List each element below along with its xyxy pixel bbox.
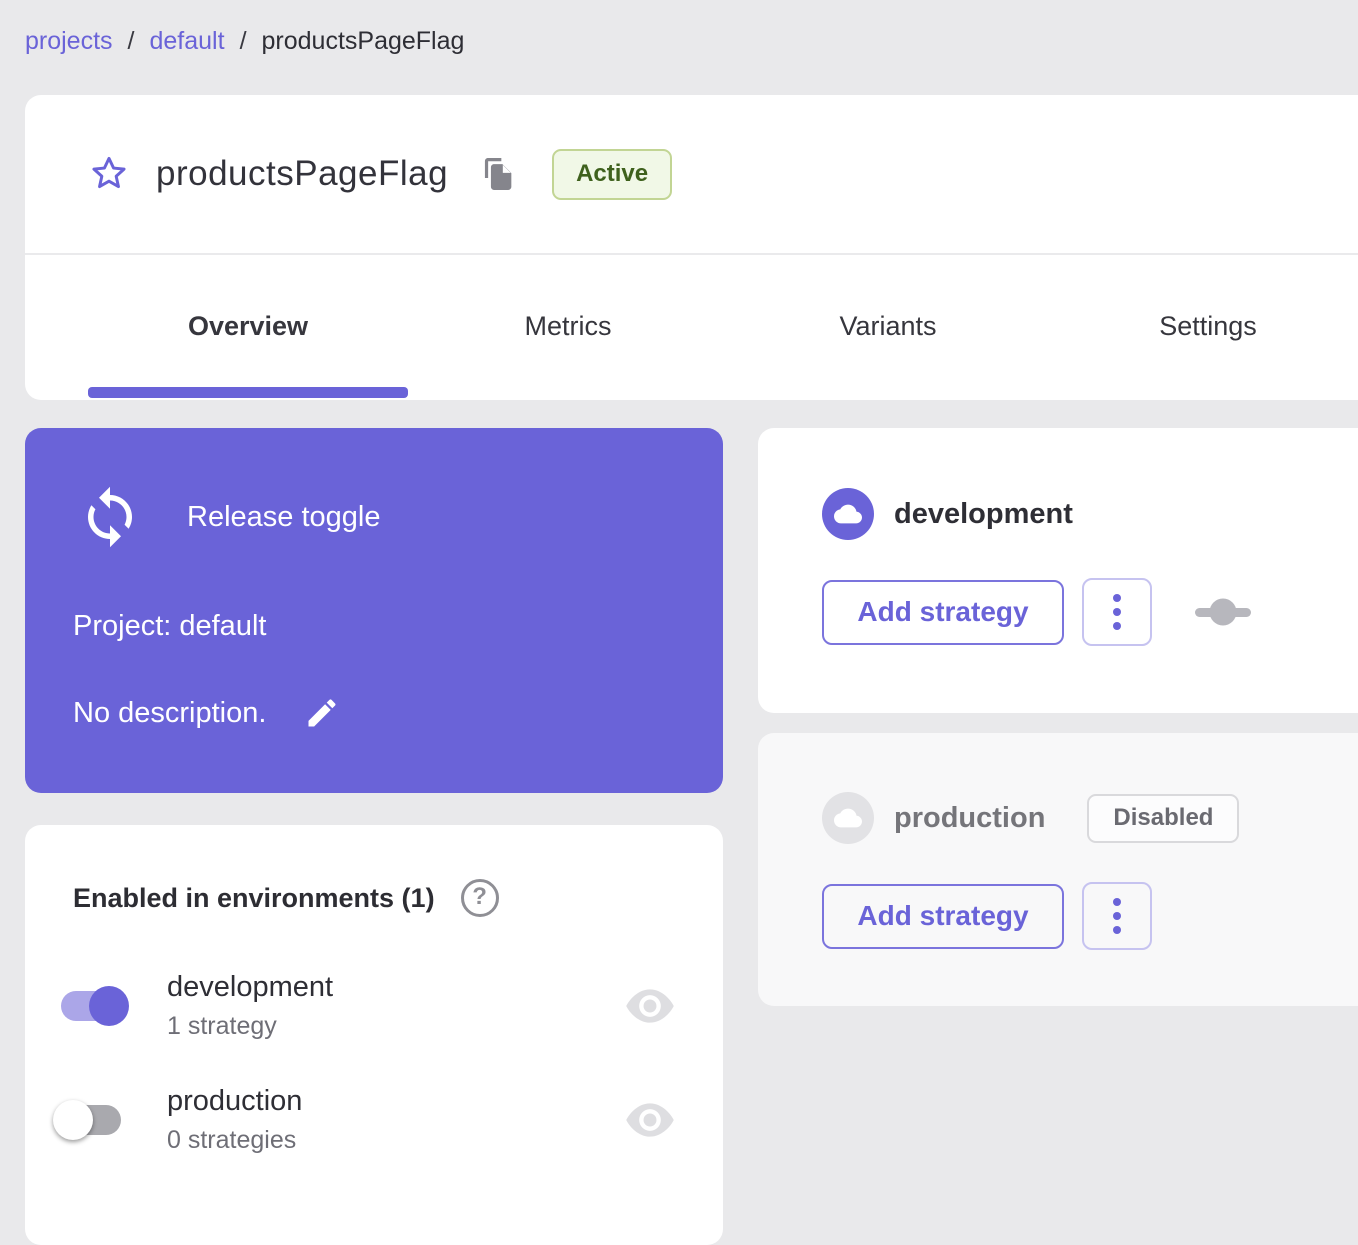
page-title: productsPageFlag: [156, 154, 448, 194]
environment-panel-name: production: [894, 802, 1045, 835]
release-toggle-sync-icon: [77, 484, 143, 550]
flag-header-card: productsPageFlag Active Overview Metrics…: [25, 95, 1358, 400]
breadcrumb-link-projects[interactable]: projects: [25, 27, 113, 56]
breadcrumb-separator: /: [128, 27, 135, 56]
kebab-dot: [1113, 912, 1121, 920]
help-icon[interactable]: ?: [461, 879, 499, 917]
project-label: Project: default: [73, 610, 675, 643]
kebab-dot: [1113, 622, 1121, 630]
development-panel-header: development: [822, 428, 1358, 540]
cloud-icon: [822, 792, 874, 844]
tab-bar: Overview Metrics Variants Settings: [25, 255, 1358, 398]
kebab-dot: [1113, 898, 1121, 906]
kebab-menu-button[interactable]: [1082, 578, 1152, 646]
tab-settings[interactable]: Settings: [1048, 255, 1358, 398]
enabled-environments-title: Enabled in environments (1): [73, 883, 435, 914]
edit-description-button[interactable]: [304, 695, 340, 731]
breadcrumb: projects / default / productsPageFlag: [25, 27, 464, 56]
environment-strategy-count: 1 strategy: [167, 1012, 333, 1041]
toggle-thumb: [53, 1100, 93, 1140]
development-environment-panel: development Add strategy: [758, 428, 1358, 713]
tab-variants[interactable]: Variants: [728, 255, 1048, 398]
toggle-type-card: Release toggle Project: default No descr…: [25, 428, 723, 793]
visibility-eye-icon[interactable]: [625, 1103, 675, 1137]
toggle-type-header: Release toggle: [77, 428, 675, 550]
breadcrumb-separator: /: [240, 27, 247, 56]
enabled-environments-header: Enabled in environments (1) ?: [73, 825, 675, 917]
pencil-icon: [304, 695, 340, 731]
kebab-dot: [1113, 608, 1121, 616]
active-tab-indicator: [88, 387, 408, 398]
environment-row-development: development 1 strategy: [57, 971, 675, 1041]
rollout-slider-icon: [1194, 597, 1252, 627]
production-panel-header: production Disabled: [822, 733, 1358, 844]
description-row: No description.: [73, 695, 675, 731]
breadcrumb-current-flag: productsPageFlag: [262, 27, 465, 56]
environment-panel-name: development: [894, 498, 1073, 531]
production-environment-panel: production Disabled Add strategy: [758, 733, 1358, 1006]
production-panel-actions: Add strategy: [822, 882, 1358, 950]
environment-strategy-count: 0 strategies: [167, 1126, 302, 1155]
enabled-environments-card: Enabled in environments (1) ? developmen…: [25, 825, 723, 1245]
status-badge: Active: [552, 149, 672, 200]
environment-name: production: [167, 1085, 302, 1118]
tab-overview[interactable]: Overview: [88, 255, 408, 398]
development-toggle[interactable]: [57, 983, 137, 1029]
environment-labels: production 0 strategies: [167, 1085, 302, 1155]
disabled-badge: Disabled: [1087, 794, 1239, 843]
favorite-star-icon[interactable]: [88, 153, 130, 195]
toggle-type-label: Release toggle: [187, 501, 380, 534]
kebab-dot: [1113, 594, 1121, 602]
star-outline-icon: [88, 153, 130, 195]
tab-metrics[interactable]: Metrics: [408, 255, 728, 398]
kebab-dot: [1113, 926, 1121, 934]
environment-name: development: [167, 971, 333, 1004]
visibility-eye-icon[interactable]: [625, 989, 675, 1023]
breadcrumb-link-default[interactable]: default: [150, 27, 225, 56]
copy-name-button[interactable]: [482, 156, 514, 192]
production-toggle[interactable]: [57, 1097, 137, 1143]
cloud-icon: [822, 488, 874, 540]
kebab-menu-button[interactable]: [1082, 882, 1152, 950]
add-strategy-button[interactable]: Add strategy: [822, 884, 1064, 949]
add-strategy-button[interactable]: Add strategy: [822, 580, 1064, 645]
flag-title-row: productsPageFlag Active: [25, 95, 1358, 255]
environment-labels: development 1 strategy: [167, 971, 333, 1041]
toggle-thumb: [89, 986, 129, 1026]
environment-row-production: production 0 strategies: [57, 1085, 675, 1155]
copy-icon: [482, 156, 514, 192]
description-text: No description.: [73, 697, 266, 730]
development-panel-actions: Add strategy: [822, 578, 1358, 646]
